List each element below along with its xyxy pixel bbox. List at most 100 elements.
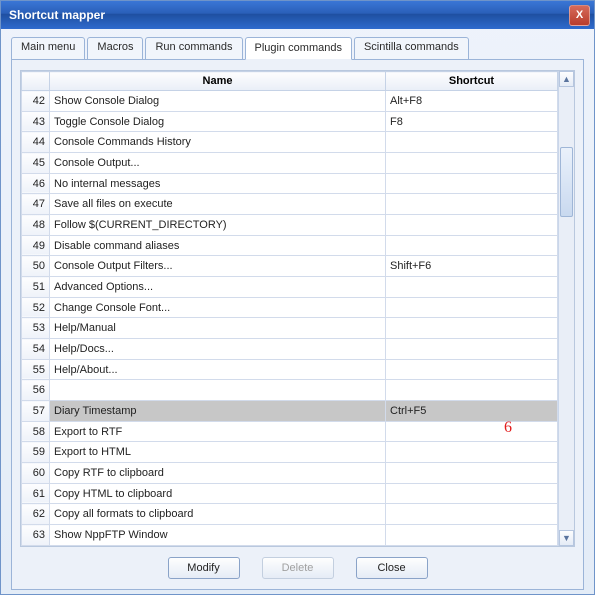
tab-scintilla-commands[interactable]: Scintilla commands — [354, 37, 469, 60]
scroll-track[interactable] — [559, 87, 574, 530]
row-shortcut — [386, 318, 558, 339]
table-row[interactable]: 60Copy RTF to clipboard — [22, 463, 558, 484]
row-name: Follow $(CURRENT_DIRECTORY) — [50, 215, 386, 236]
table-row[interactable]: 59Export to HTML — [22, 442, 558, 463]
table-row[interactable]: 58Export to RTF — [22, 421, 558, 442]
row-index: 54 — [22, 339, 50, 360]
window-title: Shortcut mapper — [9, 8, 105, 22]
button-row: Modify Delete Close — [20, 547, 575, 583]
row-shortcut — [386, 277, 558, 298]
row-shortcut — [386, 463, 558, 484]
row-name: Copy HTML to clipboard — [50, 483, 386, 504]
column-shortcut-header[interactable]: Shortcut — [386, 72, 558, 91]
tab-plugin-commands[interactable]: Plugin commands — [245, 37, 352, 60]
shortcut-grid[interactable]: Name Shortcut 42Show Console DialogAlt+F… — [21, 71, 558, 546]
row-shortcut — [386, 504, 558, 525]
tab-run-commands[interactable]: Run commands — [145, 37, 242, 60]
row-name: Save all files on execute — [50, 194, 386, 215]
tab-main-menu[interactable]: Main menu — [11, 37, 85, 60]
row-name: Console Output Filters... — [50, 256, 386, 277]
row-name: Toggle Console Dialog — [50, 111, 386, 132]
table-row[interactable]: 51Advanced Options... — [22, 277, 558, 298]
row-name: Copy RTF to clipboard — [50, 463, 386, 484]
row-name: Disable command aliases — [50, 235, 386, 256]
table-row[interactable]: 53Help/Manual — [22, 318, 558, 339]
table-row[interactable]: 50Console Output Filters...Shift+F6 — [22, 256, 558, 277]
modify-button[interactable]: Modify — [168, 557, 240, 579]
table-row[interactable]: 42Show Console DialogAlt+F8 — [22, 91, 558, 112]
shortcut-mapper-window: Shortcut mapper X Main menuMacrosRun com… — [0, 0, 595, 595]
row-index: 42 — [22, 91, 50, 112]
titlebar[interactable]: Shortcut mapper X — [1, 1, 594, 29]
row-name: Show Console Dialog — [50, 91, 386, 112]
table-row[interactable]: 49Disable command aliases — [22, 235, 558, 256]
row-shortcut: F8 — [386, 111, 558, 132]
row-index: 55 — [22, 359, 50, 380]
row-index: 57 — [22, 401, 50, 422]
row-shortcut — [386, 483, 558, 504]
row-index: 58 — [22, 421, 50, 442]
row-index: 44 — [22, 132, 50, 153]
row-name: Show NppFTP Window — [50, 525, 386, 546]
row-shortcut: Ctrl+F5 — [386, 401, 558, 422]
corner-header[interactable] — [22, 72, 50, 91]
row-index: 62 — [22, 504, 50, 525]
row-shortcut — [386, 380, 558, 401]
row-shortcut — [386, 153, 558, 174]
table-row[interactable]: 45Console Output... — [22, 153, 558, 174]
row-name: Console Commands History — [50, 132, 386, 153]
vertical-scrollbar[interactable]: ▲ ▼ — [558, 71, 574, 546]
row-index: 49 — [22, 235, 50, 256]
row-index: 50 — [22, 256, 50, 277]
row-index: 63 — [22, 525, 50, 546]
table-row[interactable]: 62Copy all formats to clipboard — [22, 504, 558, 525]
row-shortcut — [386, 525, 558, 546]
row-index: 43 — [22, 111, 50, 132]
row-name: Advanced Options... — [50, 277, 386, 298]
row-shortcut: Alt+F8 — [386, 91, 558, 112]
row-index: 45 — [22, 153, 50, 174]
row-index: 52 — [22, 297, 50, 318]
scroll-down-icon[interactable]: ▼ — [559, 530, 574, 546]
row-index: 46 — [22, 173, 50, 194]
table-row[interactable]: 54Help/Docs... — [22, 339, 558, 360]
tab-macros[interactable]: Macros — [87, 37, 143, 60]
table-row[interactable]: 52Change Console Font... — [22, 297, 558, 318]
row-shortcut — [386, 235, 558, 256]
row-index: 61 — [22, 483, 50, 504]
table-row[interactable]: 56 — [22, 380, 558, 401]
row-name: Export to HTML — [50, 442, 386, 463]
row-index: 48 — [22, 215, 50, 236]
row-shortcut — [386, 359, 558, 380]
row-shortcut — [386, 194, 558, 215]
row-name: Help/Docs... — [50, 339, 386, 360]
row-name: Console Output... — [50, 153, 386, 174]
scroll-thumb[interactable] — [560, 147, 573, 217]
row-name: Help/About... — [50, 359, 386, 380]
row-name: Help/Manual — [50, 318, 386, 339]
close-icon[interactable]: X — [569, 5, 590, 26]
close-button[interactable]: Close — [356, 557, 428, 579]
table-row[interactable]: 43Toggle Console DialogF8 — [22, 111, 558, 132]
column-name-header[interactable]: Name — [50, 72, 386, 91]
table-row[interactable]: 48Follow $(CURRENT_DIRECTORY) — [22, 215, 558, 236]
row-index: 56 — [22, 380, 50, 401]
row-shortcut — [386, 173, 558, 194]
content-area: Main menuMacrosRun commandsPlugin comman… — [1, 29, 594, 594]
scroll-up-icon[interactable]: ▲ — [559, 71, 574, 87]
table-row[interactable]: 63Show NppFTP Window — [22, 525, 558, 546]
table-row[interactable]: 57Diary TimestampCtrl+F5 — [22, 401, 558, 422]
delete-button: Delete — [262, 557, 334, 579]
row-shortcut — [386, 215, 558, 236]
table-row[interactable]: 61Copy HTML to clipboard — [22, 483, 558, 504]
table-row[interactable]: 46No internal messages — [22, 173, 558, 194]
row-index: 60 — [22, 463, 50, 484]
row-shortcut — [386, 421, 558, 442]
row-name: Change Console Font... — [50, 297, 386, 318]
table-row[interactable]: 44Console Commands History — [22, 132, 558, 153]
table-row[interactable]: 55Help/About... — [22, 359, 558, 380]
table-row[interactable]: 47Save all files on execute — [22, 194, 558, 215]
row-name: No internal messages — [50, 173, 386, 194]
tab-bar: Main menuMacrosRun commandsPlugin comman… — [11, 37, 584, 60]
row-shortcut — [386, 442, 558, 463]
